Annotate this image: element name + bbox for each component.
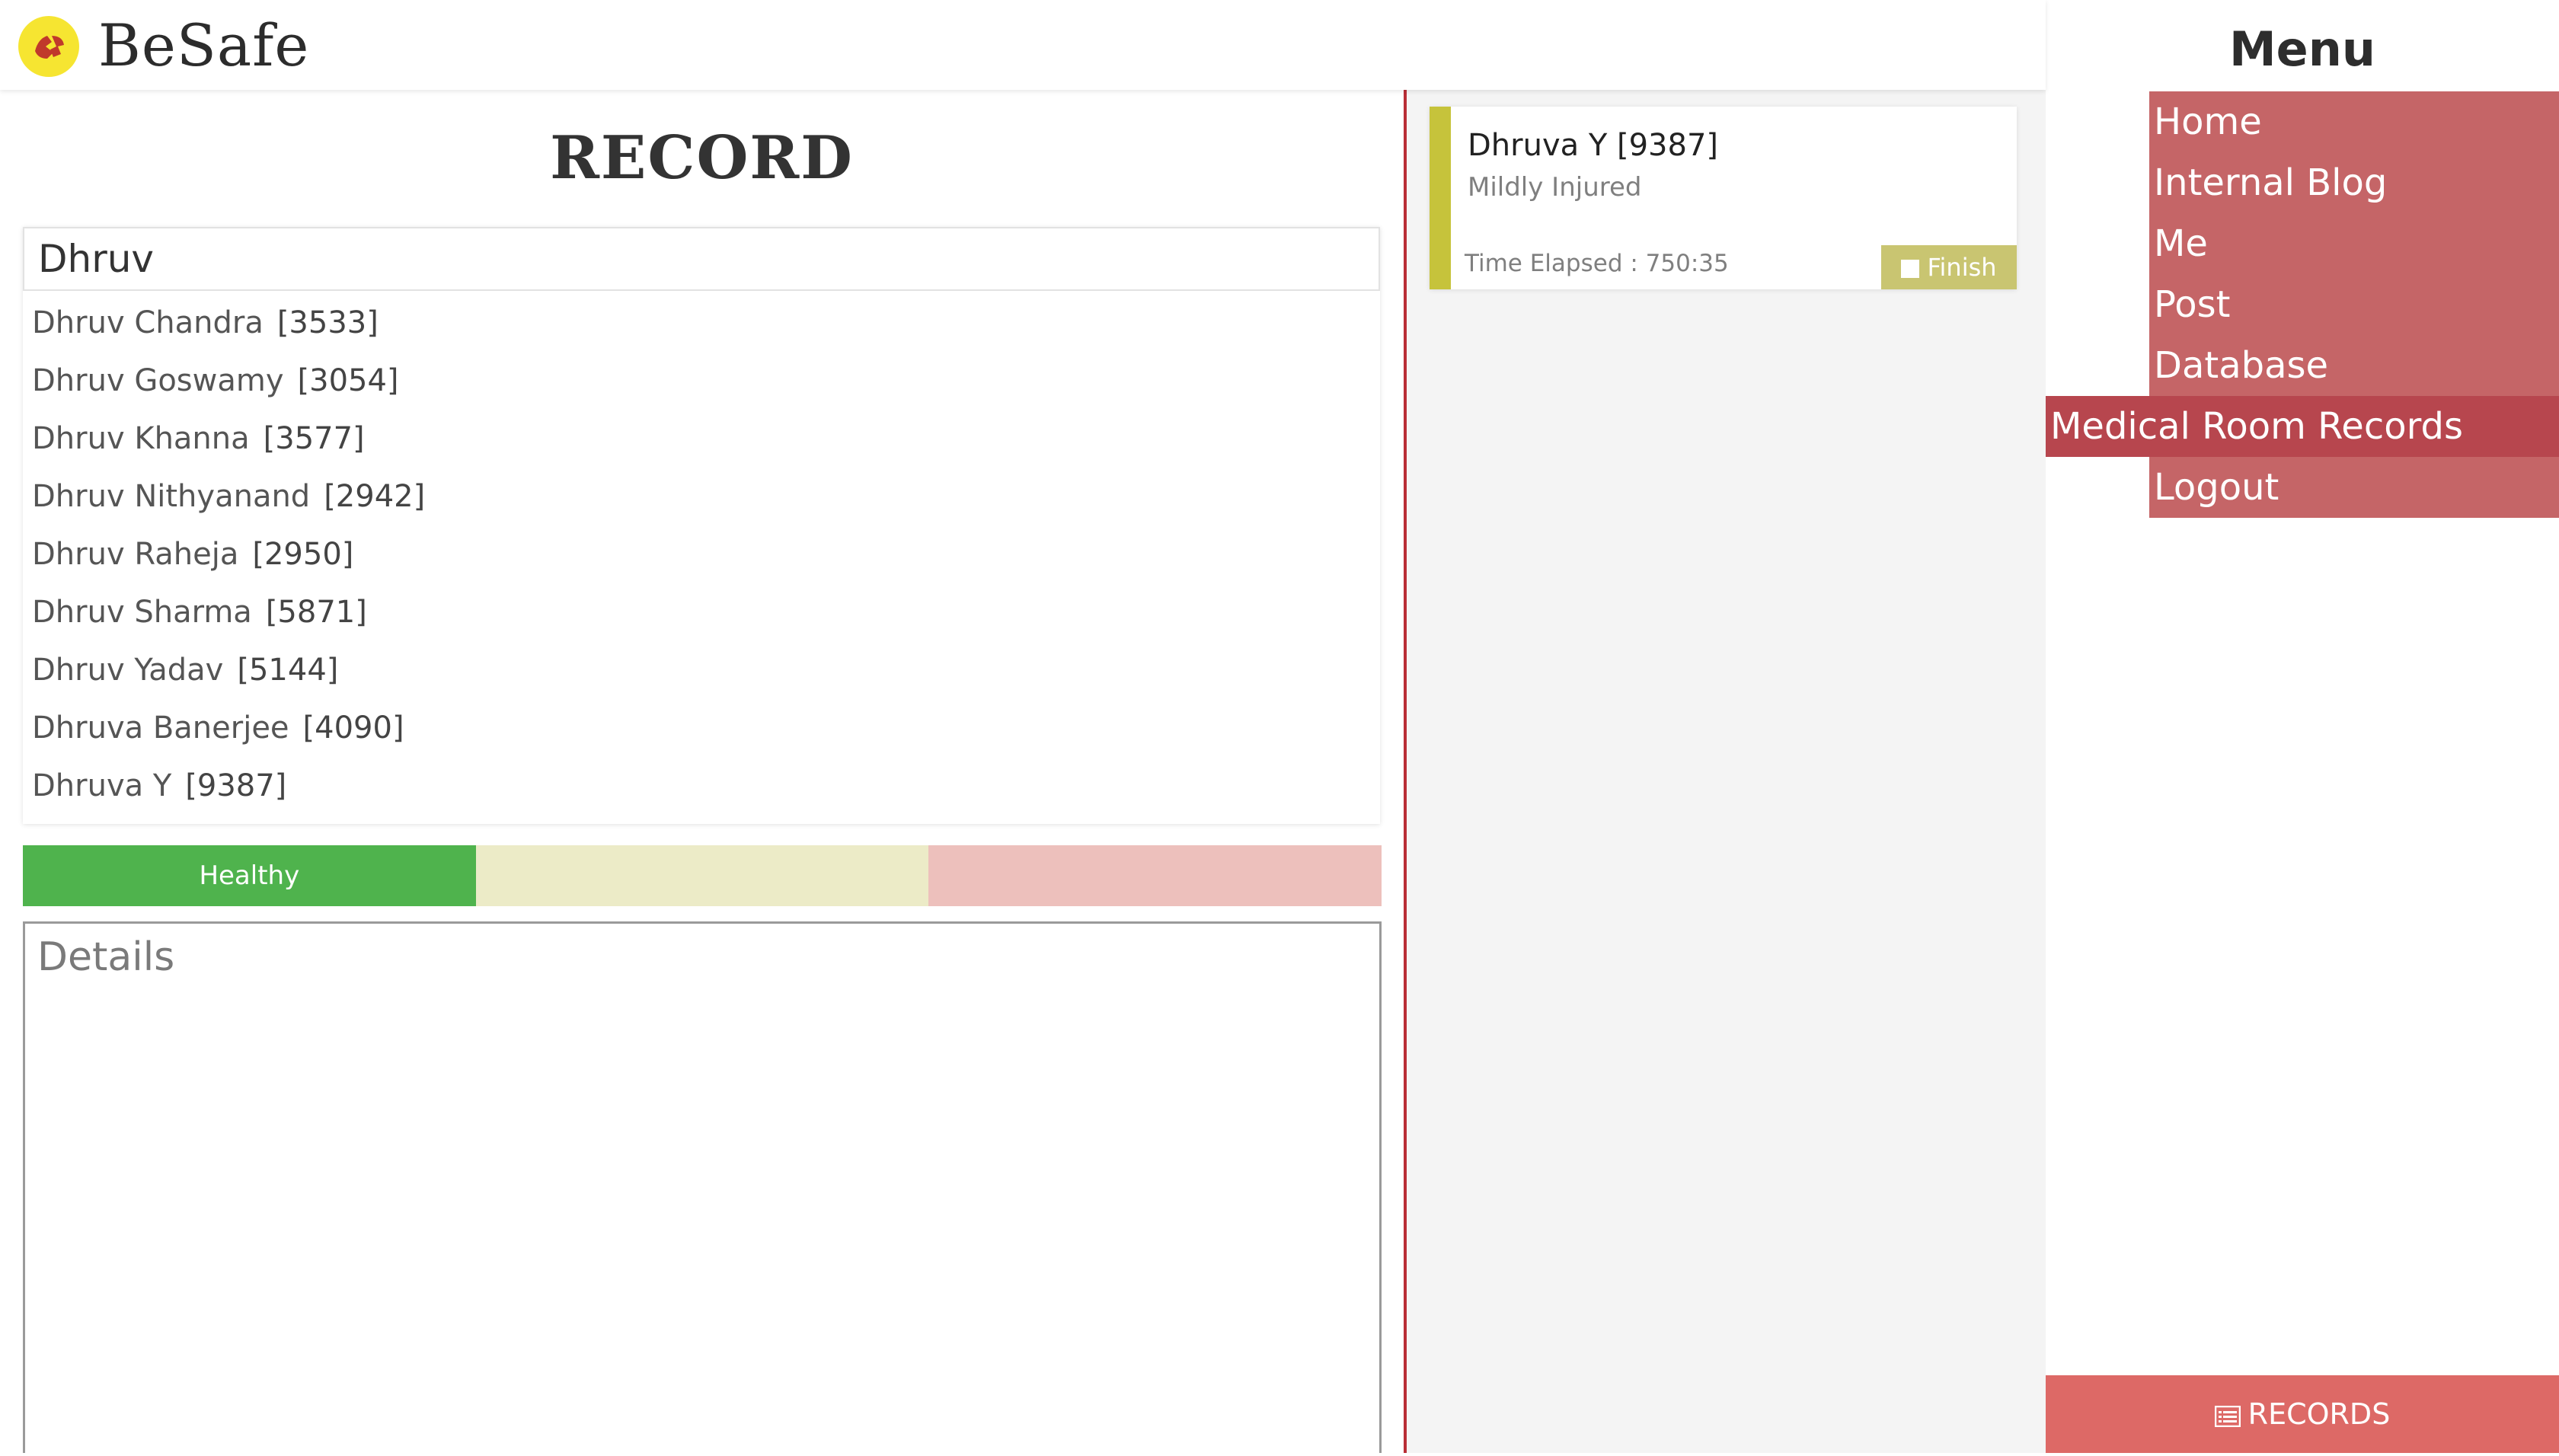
- suggestion-name: Dhruva Banerjee: [32, 710, 289, 746]
- active-record-card[interactable]: Dhruva Y [9387] Mildly Injured Time Elap…: [1430, 107, 2017, 289]
- menu-item-internal-blog[interactable]: Internal Blog: [2149, 152, 2559, 213]
- suggestion-name: Dhruv Sharma: [32, 595, 252, 630]
- besafe-logo-icon[interactable]: [18, 16, 79, 77]
- suggestion-id: [2950]: [252, 537, 354, 572]
- suggestion-item[interactable]: Dhruv Khanna [3577]: [23, 410, 1380, 468]
- finish-button[interactable]: Finish: [1881, 245, 2017, 289]
- page-title: RECORD: [550, 123, 854, 193]
- suggestion-id: [3577]: [263, 421, 365, 456]
- active-records-panel: Dhruva Y [9387] Mildly Injured Time Elap…: [1407, 90, 2046, 1453]
- status-severe-button[interactable]: [928, 845, 1382, 906]
- side-menu: Menu Home Internal Blog Me Post Database…: [2046, 0, 2559, 1453]
- suggestion-id: [3054]: [297, 363, 399, 398]
- patient-search: Dhruv Chandra[3533] Dhruv Goswamy[3054] …: [23, 227, 1380, 824]
- list-icon: [2214, 1378, 2241, 1456]
- suggestion-item[interactable]: Dhruv Nithyanand [2942]: [23, 468, 1380, 525]
- records-button[interactable]: RECORDS: [2046, 1375, 2559, 1453]
- suggestion-id: [2942]: [324, 479, 426, 514]
- menu-item-home[interactable]: Home: [2149, 91, 2559, 152]
- status-healthy-button[interactable]: Healthy: [23, 845, 476, 906]
- suggestion-name: Dhruva Y: [32, 768, 172, 803]
- square-icon: [1901, 260, 1920, 278]
- suggestion-id: [5144]: [237, 653, 339, 688]
- suggestion-item[interactable]: Dhruva Banerjee [4090]: [23, 699, 1380, 757]
- finish-label: Finish: [1927, 253, 1997, 282]
- patient-search-input[interactable]: [23, 227, 1380, 291]
- menu-title: Menu: [2228, 21, 2376, 77]
- menu-item-database[interactable]: Database: [2149, 335, 2559, 396]
- menu-item-post[interactable]: Post: [2149, 274, 2559, 335]
- severity-stripe: [1430, 107, 1451, 289]
- suggestion-name: Dhruv Yadav: [32, 653, 224, 688]
- suggestion-list: Dhruv Chandra [3533] Dhruv Goswamy [3054] …: [23, 291, 1380, 824]
- suggestion-name: Dhruv Khanna: [32, 421, 250, 456]
- card-time-elapsed: Time Elapsed : 750:35: [1465, 250, 1729, 277]
- suggestion-id: [9387]: [185, 768, 287, 803]
- suggestion-id: [3533]: [276, 305, 379, 340]
- record-panel: RECORD Dhruv Chandra [3533] Dhruv Goswamy…: [0, 90, 1404, 1453]
- suggestion-item[interactable]: Dhruv Sharma [5871]: [23, 583, 1380, 641]
- status-selector: Healthy: [23, 845, 1382, 906]
- suggestion-name: Dhruv Raheja: [32, 537, 239, 572]
- records-label: RECORDS: [2248, 1397, 2391, 1431]
- menu-item-me[interactable]: Me: [2149, 213, 2559, 274]
- suggestion-item[interactable]: Dhruv Chandra [3533]: [23, 294, 1380, 352]
- card-patient-name: Dhruva Y [9387]: [1468, 128, 1719, 163]
- brand-name[interactable]: BeSafe: [98, 9, 309, 82]
- menu-item-medical-room-records[interactable]: Medical Room Records: [2046, 396, 2559, 457]
- suggestion-item[interactable]: Dhruva Y [9387]: [23, 757, 1380, 815]
- menu-item-logout[interactable]: Logout: [2149, 457, 2559, 518]
- suggestion-item[interactable]: Dhruv Goswamy [3054]: [23, 352, 1380, 410]
- suggestion-name: Dhruv Chandra: [32, 305, 264, 340]
- status-mild-button[interactable]: [475, 845, 929, 906]
- suggestion-id: [5871]: [265, 595, 367, 630]
- card-status: Mildly Injured: [1468, 172, 1642, 203]
- suggestion-item[interactable]: Dhruv Yadav [5144]: [23, 641, 1380, 699]
- suggestion-name: Dhruv Goswamy: [32, 363, 284, 398]
- suggestion-name: Dhruv Nithyanand: [32, 479, 311, 514]
- suggestion-item[interactable]: Dhruv Raheja [2950]: [23, 525, 1380, 583]
- suggestion-id: [4090]: [302, 710, 404, 746]
- app-header: BeSafe: [0, 0, 2046, 90]
- details-textarea[interactable]: [23, 921, 1382, 1453]
